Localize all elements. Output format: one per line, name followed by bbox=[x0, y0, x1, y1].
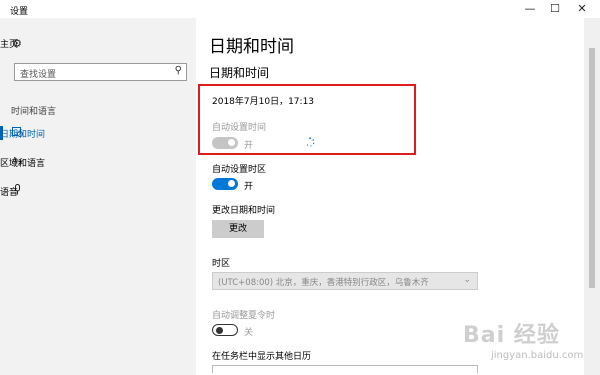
page-title: 日期和时间 bbox=[209, 37, 294, 57]
sidebar-section-title: 时间和语言 bbox=[11, 107, 57, 117]
change-datetime-button[interactable]: 更改 bbox=[212, 220, 264, 238]
watermark-url: jingyan.baidu.com bbox=[491, 350, 584, 361]
toggle-knob bbox=[216, 326, 223, 334]
sidebar-item-label: 主页 bbox=[0, 39, 19, 50]
auto-timezone-state: 开 bbox=[244, 182, 254, 192]
maximize-button[interactable]: ☐ bbox=[542, 0, 568, 18]
highlight-box bbox=[198, 84, 416, 155]
sidebar-item-label: 区域和语言 bbox=[0, 158, 46, 169]
auto-timezone-toggle[interactable] bbox=[212, 178, 238, 190]
sidebar-item-home[interactable]: ⚙ 主页 bbox=[0, 32, 196, 54]
sidebar-item-label: 语音 bbox=[0, 187, 19, 198]
sidebar-item-speech[interactable]: 语音 bbox=[0, 180, 196, 202]
sidebar-item-date-time[interactable]: 日期和时间 bbox=[0, 122, 196, 144]
timezone-label: 时区 bbox=[212, 259, 231, 269]
section-title: 日期和时间 bbox=[209, 66, 270, 80]
close-button[interactable]: ✕ bbox=[569, 0, 595, 18]
sidebar: ⚙ 主页 查找设置 ⚲ 时间和语言 日期和时间 A字 区域和语言 语音 bbox=[0, 18, 196, 375]
timezone-value: (UTC+08:00) 北京，重庆，香港特别行政区，乌鲁木齐 bbox=[218, 278, 429, 288]
extra-calendar-select[interactable] bbox=[212, 365, 478, 373]
toggle-knob bbox=[228, 180, 235, 187]
minimize-button[interactable]: — bbox=[517, 0, 543, 18]
window-titlebar: 设置 — ☐ ✕ bbox=[0, 0, 600, 18]
window-title: 设置 bbox=[10, 7, 29, 17]
dst-toggle[interactable] bbox=[212, 324, 238, 336]
change-datetime-label: 更改日期和时间 bbox=[212, 206, 276, 216]
timezone-select[interactable]: (UTC+08:00) 北京，重庆，香港特别行政区，乌鲁木齐 ⌄ bbox=[212, 272, 478, 290]
dst-state: 关 bbox=[244, 328, 254, 338]
search-icon[interactable]: ⚲ bbox=[175, 65, 182, 76]
auto-timezone-label: 自动设置时区 bbox=[212, 165, 267, 175]
scrollbar-thumb[interactable] bbox=[589, 48, 595, 288]
dst-label: 自动调整夏令时 bbox=[212, 311, 276, 321]
chevron-down-icon: ⌄ bbox=[463, 275, 471, 285]
watermark-logo: Bai 经验 jingyan.baidu.com bbox=[455, 315, 595, 370]
sidebar-item-label: 日期和时间 bbox=[0, 129, 46, 140]
extra-calendar-label: 在任务栏中显示其他日历 bbox=[212, 352, 312, 362]
sidebar-item-region-language[interactable]: A字 区域和语言 bbox=[0, 151, 196, 173]
watermark-brand: Bai 经验 bbox=[463, 323, 560, 348]
search-placeholder: 查找设置 bbox=[20, 70, 57, 80]
search-input[interactable]: 查找设置 ⚲ bbox=[14, 63, 187, 81]
